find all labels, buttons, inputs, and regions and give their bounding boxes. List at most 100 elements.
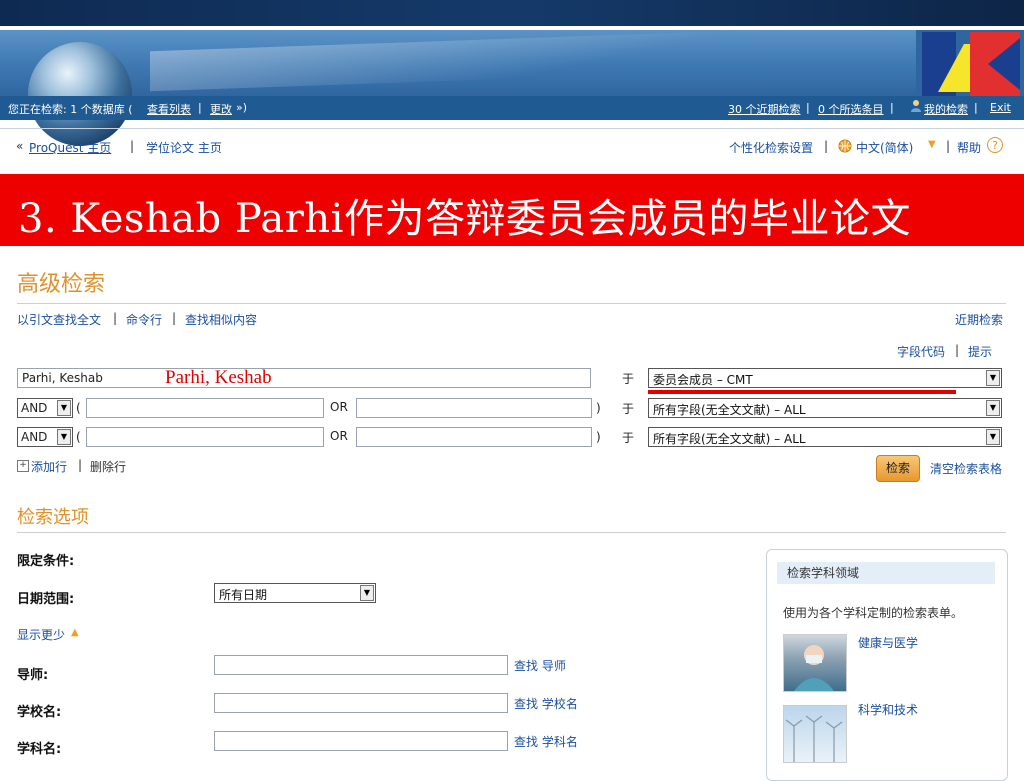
help-link[interactable]: 帮助 <box>957 139 981 156</box>
dropdown-arrow-icon[interactable]: ▼ <box>57 400 71 416</box>
recent-searches-link[interactable]: 30 个近期检索 <box>728 101 801 117</box>
command-line-link[interactable]: 命令行 <box>126 311 162 328</box>
page-title: 高级检索 <box>17 272 106 297</box>
field-codes-link[interactable]: 字段代码 <box>897 343 945 360</box>
status-sep: | <box>974 101 978 114</box>
nav-separator: | <box>130 139 135 153</box>
my-search-link[interactable]: 我的检索 <box>924 101 968 117</box>
selected-items-link[interactable]: 0 个所选条目 <box>818 101 884 117</box>
dropdown-arrow-icon[interactable]: ▼ <box>986 429 1000 445</box>
header-banner <box>0 30 1024 96</box>
tips-link[interactable]: 提示 <box>968 343 992 360</box>
dropdown-arrow-icon[interactable]: ▼ <box>986 400 1000 416</box>
exit-link[interactable]: Exit <box>990 101 1011 114</box>
close-paren: ) <box>596 430 601 444</box>
show-less-link[interactable]: 显示更少 <box>17 626 65 643</box>
status-prefix: 您正在检索: 1 个数据库 ( <box>8 103 133 116</box>
status-sep: | <box>890 101 894 114</box>
search-options-title: 检索选项 <box>17 507 89 528</box>
boolean-operator-select-2[interactable]: AND ▼ <box>17 398 73 418</box>
status-bar: 您正在检索: 1 个数据库 ( 查看列表 | 更改 ») 30 个近期检索 | … <box>0 96 1024 120</box>
field-select-value: 所有字段(无全文文献) – ALL <box>653 403 806 417</box>
annotation-text: Parhi, Keshab <box>165 367 272 388</box>
advisor-label: 导师: <box>17 668 49 683</box>
field-select-1[interactable]: 委员会成员 – CMT ▼ <box>648 368 1002 388</box>
sub-navigation: « ProQuest 主页 | 学位论文 主页 个性化检索设置 | 中文(简体)… <box>0 128 1024 169</box>
status-sep: | <box>806 101 810 114</box>
search-term-input-3b[interactable] <box>356 427 592 447</box>
dropdown-arrow-icon[interactable]: ▼ <box>986 370 1000 386</box>
advisor-input[interactable] <box>214 655 508 675</box>
search-term-input-2b[interactable] <box>356 398 592 418</box>
links-separator: | <box>113 311 118 325</box>
search-term-input-2a[interactable] <box>86 398 324 418</box>
subject-label: 学科名: <box>17 742 62 757</box>
view-list-link[interactable]: 查看列表 <box>147 101 191 117</box>
in-label: 于 <box>622 431 635 445</box>
overlay-title-banner: 3. Keshab Parhi作为答辩委员会成员的毕业论文 <box>0 174 1024 246</box>
change-link[interactable]: 更改 <box>210 101 232 117</box>
top-band <box>0 0 1024 26</box>
brand-flag-icon <box>916 30 1024 96</box>
cite-lookup-link[interactable]: 以引文查找全文 <box>17 311 101 328</box>
find-advisor-link[interactable]: 查找 导师 <box>514 657 566 674</box>
dropdown-arrow-icon[interactable]: ▼ <box>360 585 374 601</box>
search-term-input-3a[interactable] <box>86 427 324 447</box>
science-technology-link[interactable]: 科学和技术 <box>858 701 918 718</box>
open-paren: ( <box>76 401 81 415</box>
in-label: 于 <box>622 402 635 416</box>
dissertation-home-link[interactable]: 学位论文 主页 <box>146 139 222 156</box>
date-range-label: 日期范围: <box>17 592 75 607</box>
find-similar-link[interactable]: 查找相似内容 <box>185 311 257 328</box>
links-separator: | <box>172 311 177 325</box>
divider <box>17 303 1006 304</box>
subject-areas-panel: 检索学科领域 使用为各个学科定制的检索表单。 健康与医学 科学和技术 <box>766 549 1008 781</box>
close-paren: ) <box>596 401 601 415</box>
status-sep: | <box>198 101 202 114</box>
or-label: OR <box>330 400 348 414</box>
field-select-3[interactable]: 所有字段(无全文文献) – ALL ▼ <box>648 427 1002 447</box>
panel-description: 使用为各个学科定制的检索表单。 <box>783 606 964 620</box>
help-icon[interactable]: ? <box>987 137 1003 153</box>
overlay-title: 3. Keshab Parhi作为答辩委员会成员的毕业论文 <box>18 196 911 242</box>
science-technology-image[interactable] <box>783 705 847 763</box>
proquest-home-link[interactable]: ProQuest 主页 <box>29 139 111 156</box>
health-medicine-image[interactable] <box>783 634 847 692</box>
subject-input[interactable] <box>214 731 508 751</box>
recent-searches-link[interactable]: 近期检索 <box>955 311 1003 328</box>
school-input[interactable] <box>214 693 508 713</box>
delete-row-link[interactable]: 删除行 <box>90 458 126 475</box>
field-select-value: 委员会成员 – CMT <box>653 373 753 387</box>
dropdown-arrow-icon[interactable]: ▼ <box>57 429 71 445</box>
back-arrow-icon: « <box>16 139 24 153</box>
nav-separator: | <box>946 139 951 153</box>
field-select-2[interactable]: 所有字段(无全文文献) – ALL ▼ <box>648 398 1002 418</box>
nav-separator: | <box>824 139 829 153</box>
links-separator: | <box>78 458 83 472</box>
divider <box>17 532 1006 533</box>
user-icon <box>910 99 922 116</box>
boolean-operator-select-3[interactable]: AND ▼ <box>17 427 73 447</box>
school-label: 学校名: <box>17 705 62 720</box>
find-school-link[interactable]: 查找 学校名 <box>514 695 578 712</box>
search-term-input-1[interactable]: Parhi, Keshab <box>17 368 591 388</box>
date-range-value: 所有日期 <box>219 588 268 602</box>
personalize-link[interactable]: 个性化检索设置 <box>729 139 813 156</box>
plus-box-icon[interactable]: + <box>17 460 29 472</box>
chevron-down-icon[interactable]: ▼ <box>928 139 936 150</box>
find-subject-link[interactable]: 查找 学科名 <box>514 733 578 750</box>
in-label: 于 <box>622 372 635 386</box>
search-button[interactable]: 检索 <box>876 455 920 482</box>
add-row-link[interactable]: 添加行 <box>31 458 67 475</box>
operator-value: AND <box>21 401 48 415</box>
language-selector[interactable]: 中文(简体) <box>856 139 913 156</box>
links-separator: | <box>955 343 960 357</box>
date-range-select[interactable]: 所有日期 ▼ <box>214 583 376 603</box>
or-label: OR <box>330 429 348 443</box>
field-select-value: 所有字段(无全文文献) – ALL <box>653 432 806 446</box>
chevron-up-icon[interactable]: ▲ <box>71 627 79 638</box>
clear-form-link[interactable]: 清空检索表格 <box>930 460 1002 477</box>
health-medicine-link[interactable]: 健康与医学 <box>858 634 918 651</box>
globe-icon <box>838 139 852 156</box>
panel-header: 检索学科领域 <box>777 562 995 584</box>
